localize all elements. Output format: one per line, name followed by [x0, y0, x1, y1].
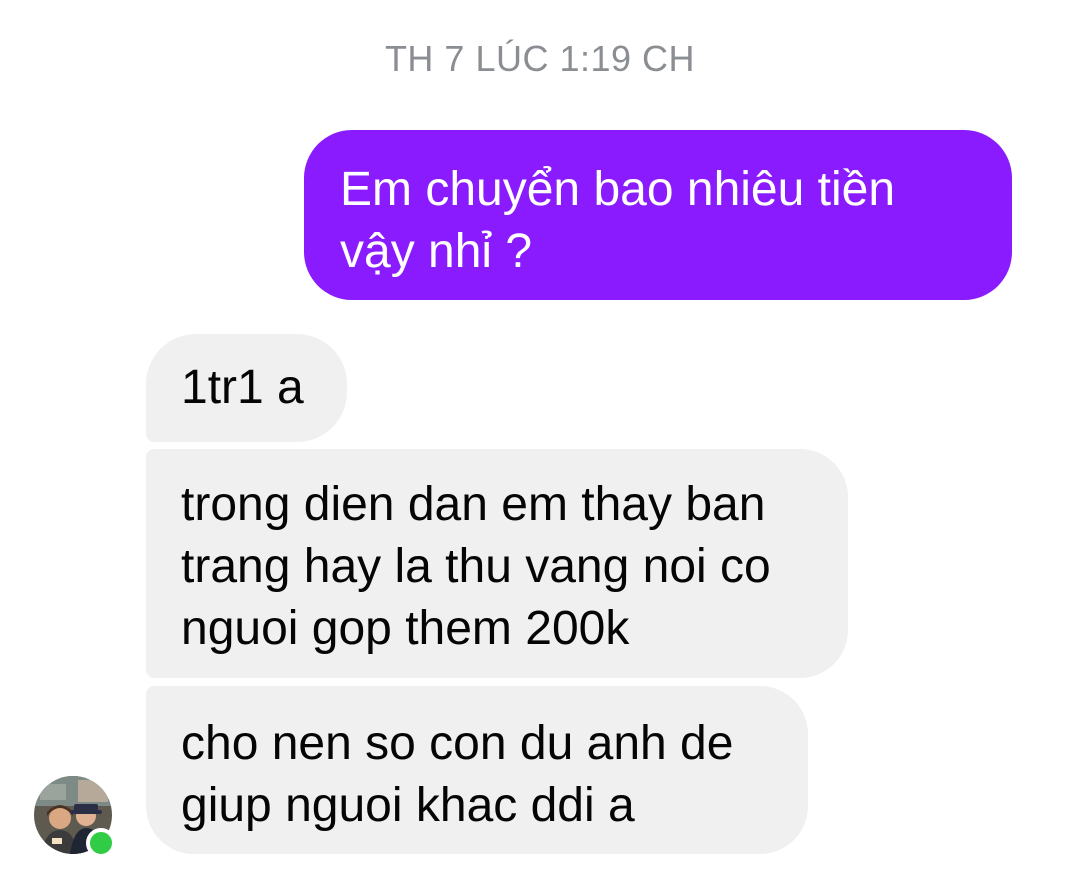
- incoming-message-bubble-3[interactable]: cho nen so con du anh de giup nguoi khac…: [146, 686, 808, 854]
- message-timestamp: TH 7 LÚC 1:19 CH: [384, 38, 696, 79]
- incoming-message-bubble-1[interactable]: 1tr1 a: [146, 334, 347, 442]
- incoming-message-bubble-2[interactable]: trong dien dan em thay ban trang hay la …: [146, 449, 848, 678]
- online-status-icon: [86, 828, 116, 858]
- outgoing-message-bubble[interactable]: Em chuyển bao nhiêu tiền vậy nhỉ ?: [304, 130, 1012, 300]
